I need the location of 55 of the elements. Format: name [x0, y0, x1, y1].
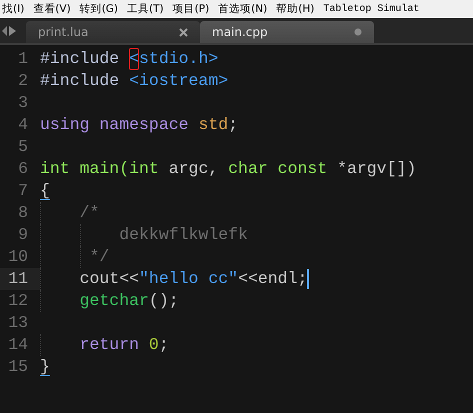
code-token: *argv[]) — [337, 158, 416, 180]
menu-item[interactable]: 项目(P) — [172, 2, 210, 16]
line-number: 5 — [17, 136, 29, 158]
code-token: } — [40, 356, 50, 378]
code-token: */ — [88, 246, 110, 268]
code-token: /* — [78, 202, 100, 224]
file-tab[interactable]: print.lua — [26, 21, 200, 43]
right-arrow-icon[interactable] — [9, 26, 16, 36]
line-number: 2 — [17, 70, 29, 92]
text-cursor — [307, 269, 309, 289]
line-number: 15 — [7, 356, 29, 378]
code-token: #include — [40, 48, 120, 70]
code-token: using namespace — [40, 114, 190, 136]
file-tab[interactable]: main.cpp — [200, 21, 374, 43]
code-token: cout<< — [78, 268, 140, 290]
line-number: 10 — [7, 246, 29, 268]
line-number: 3 — [17, 92, 29, 114]
menu-item[interactable]: 找(I) — [2, 2, 24, 16]
code-token: stdio.h> — [139, 48, 218, 70]
code-token: #include — [40, 70, 120, 92]
code-token: char const — [228, 158, 328, 180]
code-token: getchar — [78, 290, 149, 312]
code-token: argc, — [168, 158, 220, 180]
code-token: ; — [228, 114, 238, 136]
line-number: 13 — [7, 312, 29, 334]
code-token: "hello cc" — [139, 268, 238, 290]
line-number: 14 — [7, 334, 29, 356]
line-number: 7 — [17, 180, 29, 202]
code-token: int main(int — [40, 158, 160, 180]
code-token: dekkwflkwlefk — [118, 224, 248, 246]
menu-item[interactable]: 帮助(H) — [276, 2, 314, 16]
code-token: 0 — [148, 334, 159, 356]
unsaved-dot-icon[interactable] — [354, 28, 362, 36]
code-token: <iostream> — [129, 70, 228, 92]
code-token: return — [78, 334, 140, 356]
code-token: std — [198, 114, 228, 136]
line-number: 11 — [0, 268, 40, 290]
menu-item[interactable]: 首选项(N) — [218, 2, 268, 16]
line-number: 8 — [17, 202, 29, 224]
code-token: ; — [158, 334, 169, 356]
menu-item[interactable]: 转到(G) — [80, 2, 118, 16]
code-token: <<endl; — [238, 268, 308, 290]
line-number: 1 — [17, 48, 29, 70]
menu-item[interactable]: Tabletop Simulat — [323, 4, 420, 14]
menu-item[interactable]: 查看(V) — [33, 2, 71, 16]
line-number: 4 — [17, 114, 29, 136]
code-token: (); — [148, 290, 179, 312]
line-number: 6 — [17, 158, 29, 180]
code-token: { — [40, 180, 50, 202]
menu-item[interactable]: 工具(T) — [127, 2, 164, 16]
close-icon[interactable] — [179, 28, 188, 36]
line-number: 9 — [17, 224, 29, 246]
line-number: 12 — [7, 290, 29, 312]
left-arrow-icon[interactable] — [2, 26, 7, 36]
code-token: < — [129, 48, 140, 70]
